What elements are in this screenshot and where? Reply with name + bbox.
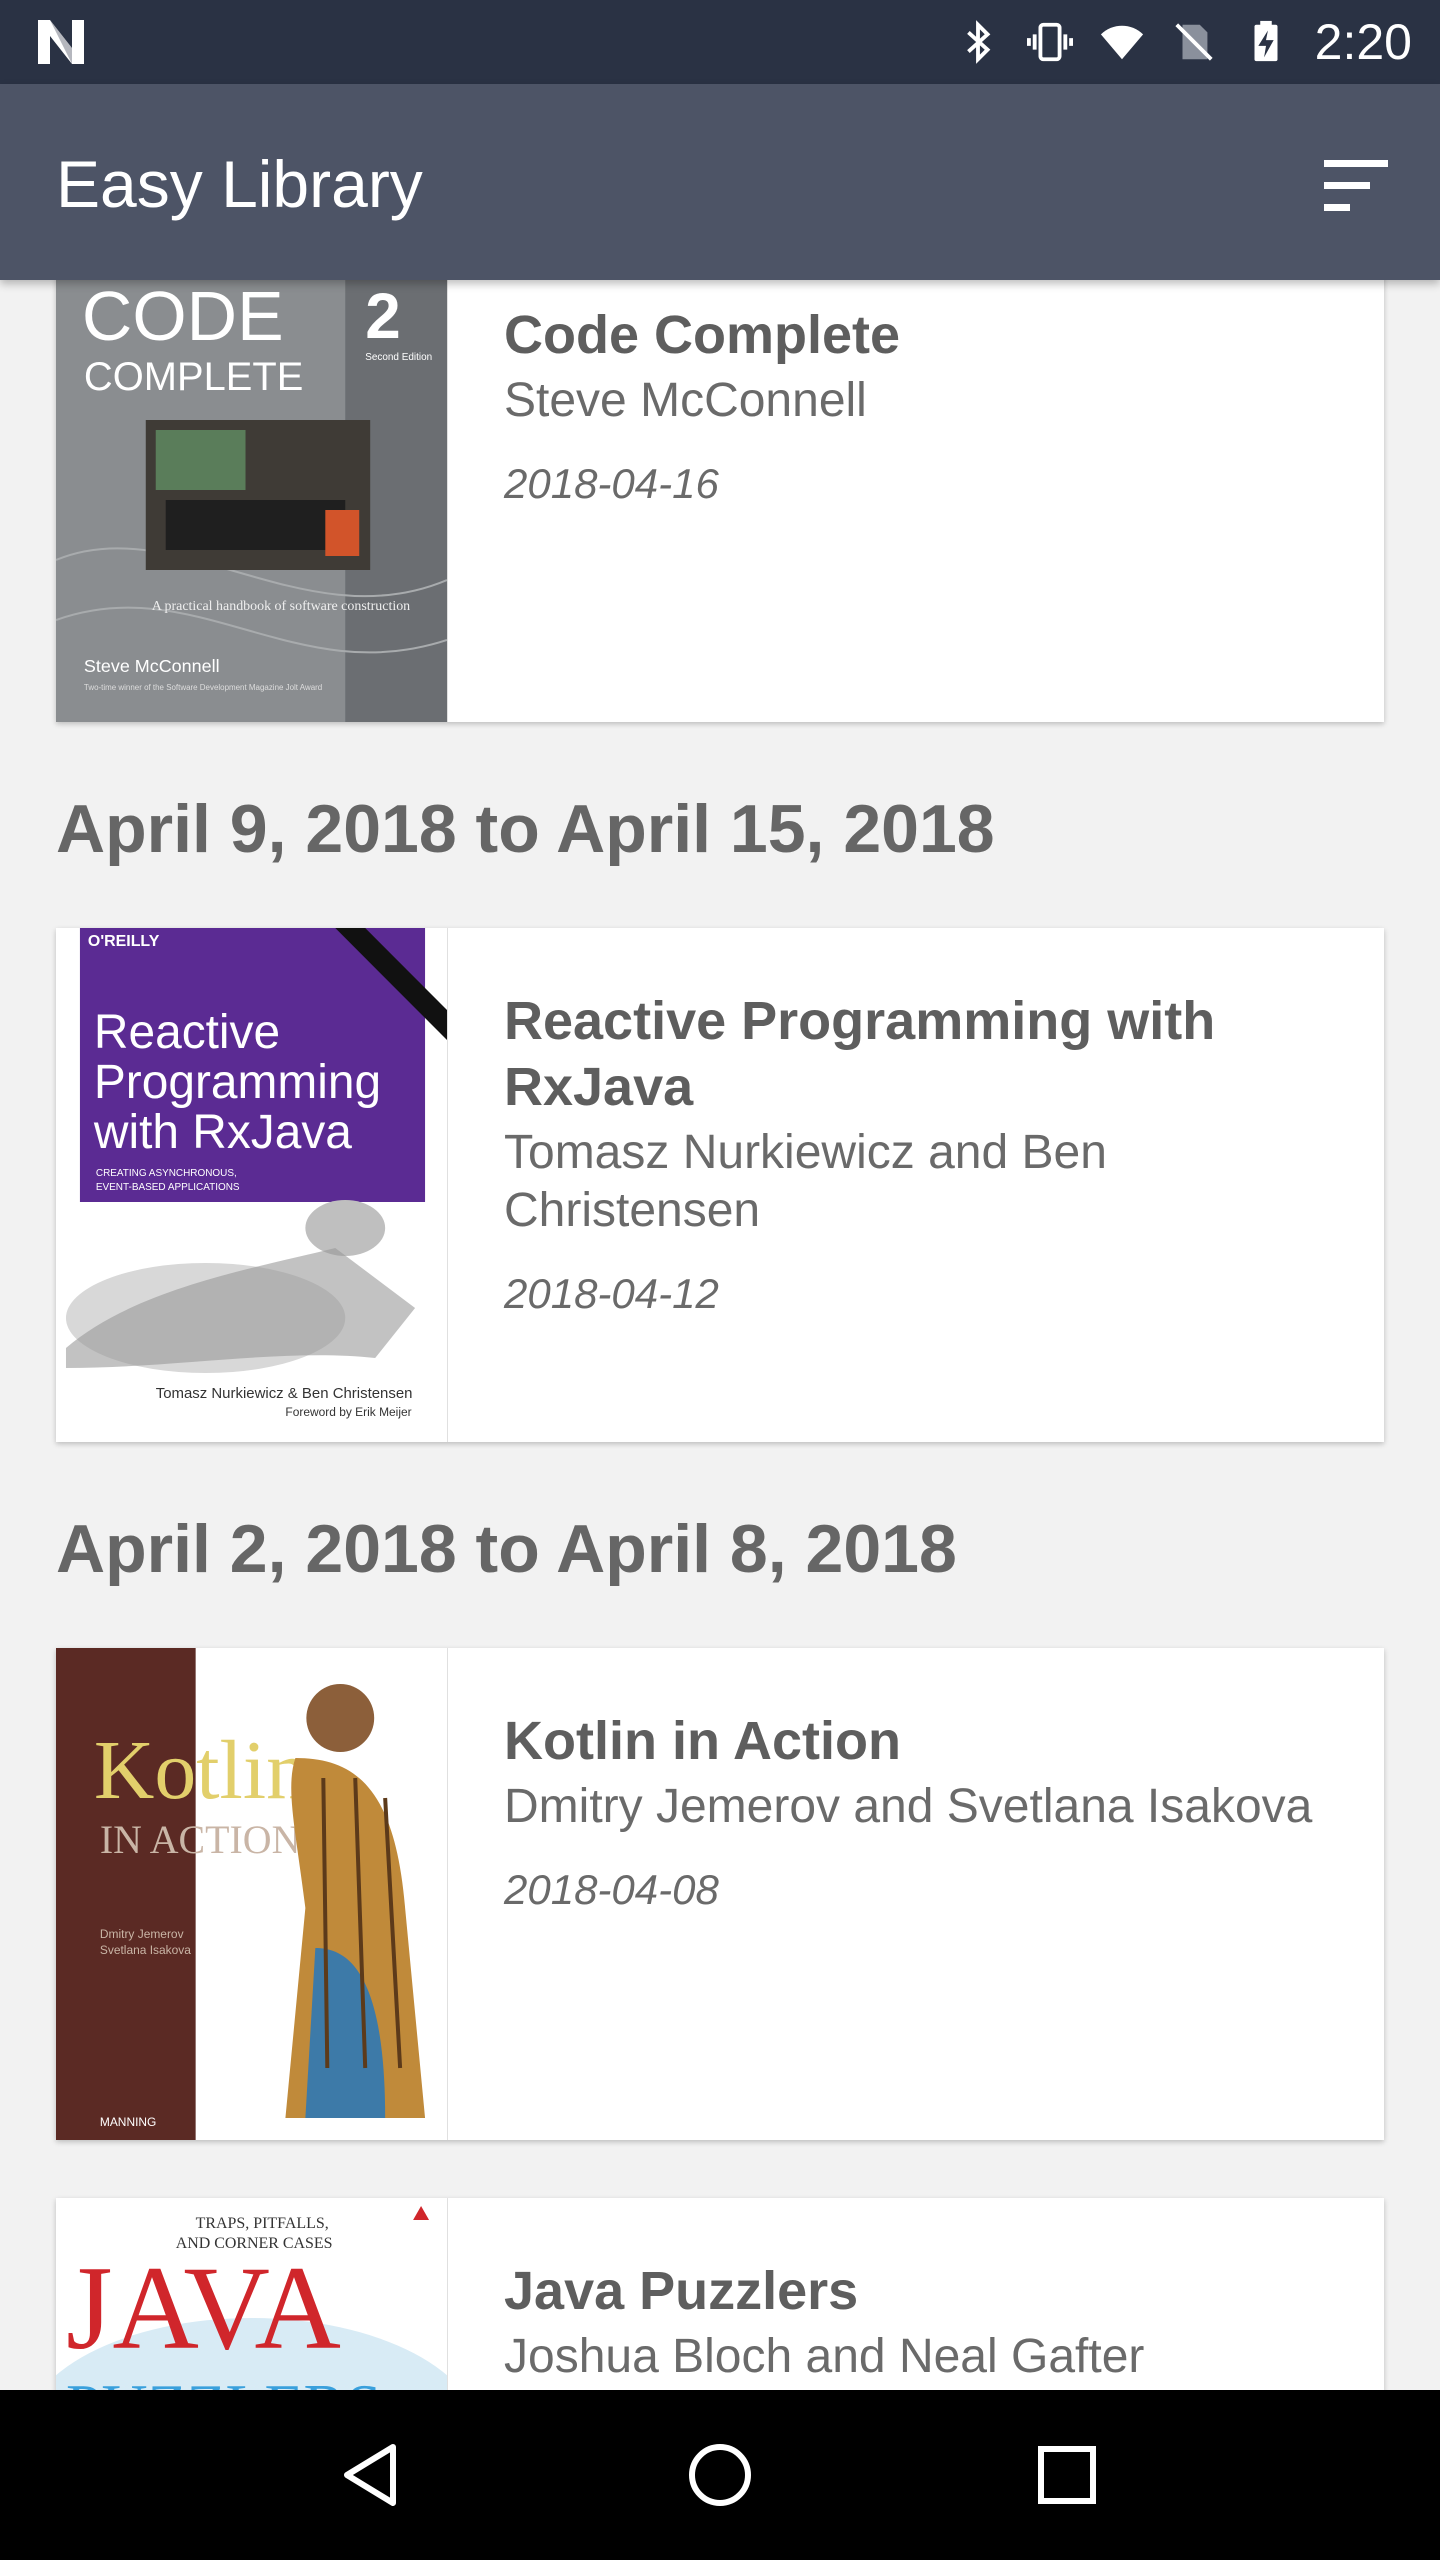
status-time: 2:20 (1314, 14, 1412, 70)
svg-text:Svetlana Isakova: Svetlana Isakova (100, 1943, 191, 1957)
notification-n-icon (38, 20, 84, 64)
battery-charging-icon (1254, 20, 1278, 62)
svg-text:Reactive: Reactive (94, 1006, 280, 1059)
svg-text:O'REILLY: O'REILLY (88, 933, 160, 950)
svg-text:Tomasz Nurkiewicz & Ben Christ: Tomasz Nurkiewicz & Ben Christensen (156, 1385, 413, 1402)
book-card[interactable]: TRAPS, PITFALLS, AND CORNER CASES JAVA P… (56, 2198, 1384, 2390)
svg-text:CREATING ASYNCHRONOUS,: CREATING ASYNCHRONOUS, (96, 1168, 237, 1179)
svg-text:Kotlin: Kotlin (94, 1724, 308, 1817)
sort-icon[interactable] (1316, 146, 1396, 226)
svg-text:TRAPS, PITFALLS,: TRAPS, PITFALLS, (196, 2215, 329, 2232)
book-date: 2018-04-16 (504, 460, 719, 507)
book-cover: TRAPS, PITFALLS, AND CORNER CASES JAVA P… (56, 2198, 448, 2390)
book-author: Dmitry Jemerov and Svetlana Isakova (504, 1780, 1313, 1833)
book-card[interactable]: O'REILLY Reactive Programming with RxJav… (56, 928, 1384, 1442)
svg-text:Steve McConnell: Steve McConnell (84, 656, 220, 676)
book-title: Reactive Programming with RxJava (504, 991, 1216, 1117)
book-title: Code Complete (504, 305, 901, 365)
book-date: 2018-04-12 (504, 1270, 719, 1317)
back-icon[interactable] (333, 2435, 413, 2515)
svg-text:PUZZLERS: PUZZLERS (66, 2371, 382, 2390)
book-author: Joshua Bloch and Neal Gafter (504, 2330, 1145, 2383)
book-cover: O'REILLY Reactive Programming with RxJav… (56, 928, 448, 1442)
section-header: April 2, 2018 to April 8, 2018 (56, 1511, 957, 1587)
svg-text:Programming: Programming (94, 1056, 381, 1109)
book-card[interactable]: Kotlin IN ACTION Dmitry Jemerov Svetlana… (56, 1648, 1384, 2140)
svg-text:2: 2 (365, 280, 401, 352)
book-title: Java Puzzlers (504, 2261, 859, 2321)
book-author: Steve McConnell (504, 374, 867, 427)
svg-text:IN ACTION: IN ACTION (100, 1817, 301, 1862)
svg-text:Dmitry Jemerov: Dmitry Jemerov (100, 1927, 184, 1941)
vibrate-icon (1026, 22, 1073, 62)
svg-text:with RxJava: with RxJava (93, 1106, 352, 1159)
svg-text:COMPLETE: COMPLETE (84, 355, 303, 399)
bluetooth-icon (966, 20, 991, 64)
status-bar: 2:20 (0, 0, 1440, 84)
svg-text:A practical handbook of softwa: A practical handbook of software constru… (152, 599, 410, 614)
svg-text:Foreword by Erik Meijer: Foreword by Erik Meijer (285, 1405, 411, 1419)
app-title: Easy Library (56, 147, 423, 221)
cover-title: CODE (82, 280, 284, 355)
svg-text:Two-time winner of the Softwar: Two-time winner of the Software Developm… (84, 683, 322, 692)
recents-icon[interactable] (1027, 2435, 1107, 2515)
book-title: Kotlin in Action (504, 1711, 901, 1771)
book-card[interactable]: CODE COMPLETE 2 Second Edition A practic… (56, 280, 1384, 722)
section-header: April 9, 2018 to April 15, 2018 (56, 791, 995, 867)
wifi-icon (1100, 25, 1143, 60)
status-icons: 2:20 (955, 0, 1412, 84)
book-cover: Kotlin IN ACTION Dmitry Jemerov Svetlana… (56, 1648, 448, 2140)
svg-text:EVENT-BASED APPLICATIONS: EVENT-BASED APPLICATIONS (96, 1182, 240, 1193)
book-author: Tomasz Nurkiewicz and Ben Christensen (504, 1126, 1107, 1237)
svg-text:MANNING: MANNING (100, 2115, 156, 2129)
book-date: 2018-04-08 (504, 1866, 719, 1913)
no-sim-icon (1175, 23, 1213, 61)
svg-text:Second Edition: Second Edition (365, 352, 432, 363)
navigation-bar (0, 2390, 1440, 2560)
book-cover: CODE COMPLETE 2 Second Edition A practic… (56, 280, 448, 722)
svg-text:JAVA: JAVA (66, 2241, 341, 2374)
home-icon[interactable] (680, 2435, 760, 2515)
app-bar: Easy Library (0, 84, 1440, 280)
book-list[interactable]: CODE COMPLETE 2 Second Edition A practic… (0, 280, 1440, 2390)
